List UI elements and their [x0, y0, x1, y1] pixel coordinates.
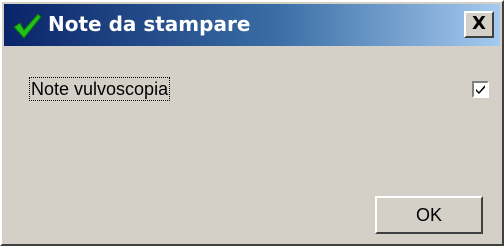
close-button[interactable]: X: [464, 11, 494, 38]
green-checkmark-icon: [12, 12, 42, 40]
window-title: Note da stampare: [48, 12, 251, 36]
note-vulvoscopia-label[interactable]: Note vulvoscopia: [28, 77, 171, 101]
title-bar[interactable]: Note da stampare X: [4, 4, 500, 46]
note-vulvoscopia-checkbox[interactable]: [472, 81, 489, 98]
dialog-window: Note da stampare X Note vulvoscopia OK: [0, 0, 504, 246]
ok-button[interactable]: OK: [375, 196, 483, 234]
checkmark-icon: [476, 85, 485, 94]
